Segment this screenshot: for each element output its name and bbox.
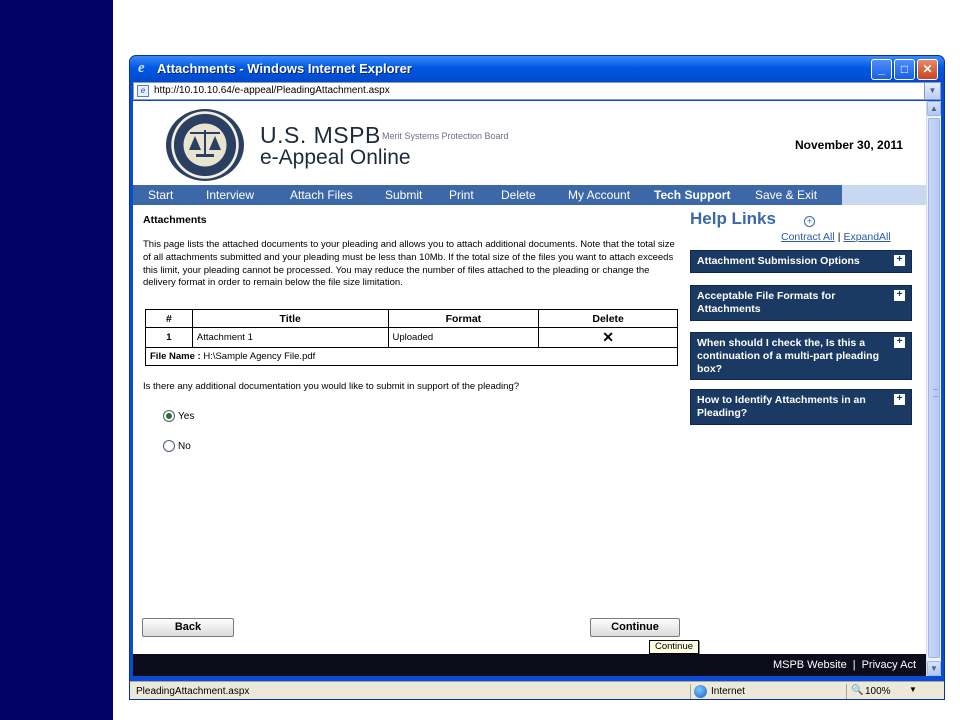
main-nav: Start Interview Attach Files Submit Prin… [133,185,926,205]
page-title: Attachments [143,214,207,226]
help-controls: Contract All | ExpandAll [781,231,891,243]
scroll-down-arrow-icon[interactable]: ▼ [927,661,941,676]
status-text: PleadingAttachment.aspx [136,686,250,697]
nav-print[interactable]: Print [449,188,474,202]
security-zone[interactable]: Internet [690,684,840,699]
additional-docs-question: Is there any additional documentation yo… [143,381,520,392]
zoom-level: 100% [865,686,891,697]
privacy-act-link[interactable]: Privacy Act [862,659,916,671]
nav-save-exit[interactable]: Save & Exit [755,188,817,202]
nav-attach-files[interactable]: Attach Files [290,188,353,202]
zone-label: Internet [711,686,745,697]
mspb-seal-logo [166,109,244,181]
radio-yes-label[interactable]: Yes [178,411,194,422]
col-title-header: Title [191,309,389,328]
col-delete-header: Delete [538,309,678,328]
plus-icon[interactable]: + [894,394,905,405]
nav-tech-support[interactable]: Tech Support [654,188,730,202]
site-header: U.S. MSPB Merit Systems Protection Board… [133,101,926,185]
table-row: 1 Attachment 1 Uploaded ✕ [145,327,678,348]
address-dropdown-icon[interactable]: ▼ [924,83,940,99]
brand-subtitle: Merit Systems Protection Board [382,131,509,141]
radio-selected-dot [166,413,172,419]
page-icon: e [137,85,149,97]
browser-window: e Attachments - Windows Internet Explore… [129,55,945,700]
nav-interview[interactable]: Interview [206,188,254,202]
scroll-grip [933,389,938,397]
zoom-control[interactable]: 🔍 100% ▼ [846,684,940,699]
plus-icon[interactable]: + [894,337,905,348]
magnifier-icon: 🔍 [851,685,864,696]
help-item-label: Attachment Submission Options [697,255,860,267]
mspb-website-link[interactable]: MSPB Website [773,659,847,671]
maximize-button[interactable]: □ [894,59,915,80]
file-name-label: File Name : [150,351,201,362]
brand-name: U.S. MSPB [260,122,381,148]
status-bar: PleadingAttachment.aspx Internet 🔍 100% … [130,681,944,699]
site-footer: MSPB Website | Privacy Act [133,654,926,676]
footer-links: MSPB Website | Privacy Act [773,659,916,671]
scroll-thumb[interactable] [928,118,940,658]
header-date: November 30, 2011 [795,138,904,152]
col-number-header: # [145,309,193,328]
file-name-value: H:\Sample Agency File.pdf [203,351,316,362]
help-item-submission-options[interactable]: Attachment Submission Options + [690,250,912,273]
row-delete-cell: ✕ [538,327,678,348]
ie-icon: e [138,60,145,76]
help-item-file-formats[interactable]: Acceptable File Formats for Attachments … [690,285,912,321]
help-item-identify-attachments[interactable]: How to Identify Attachments in an Pleadi… [690,389,912,425]
page-description: This page lists the attached documents t… [143,239,675,289]
row-format: Uploaded [387,327,540,348]
address-bar[interactable]: e http://10.10.10.64/e-appeal/PleadingAt… [133,82,941,100]
help-item-label: When should I check the, Is this a conti… [697,337,879,375]
back-button[interactable]: Back [142,618,234,637]
attachments-table: # Title Format Delete 1 Attachment 1 Upl… [145,309,678,366]
address-url[interactable]: http://10.10.10.64/e-appeal/PleadingAtta… [154,85,390,96]
file-name-row: File Name : H:\Sample Agency File.pdf [145,347,678,366]
slide-left-bar [0,0,113,720]
minimize-button[interactable]: _ [871,59,892,80]
help-item-label: Acceptable File Formats for Attachments [697,290,836,315]
contract-all-link[interactable]: Contract All [781,231,835,243]
radio-yes[interactable] [163,410,175,422]
page-viewport: U.S. MSPB Merit Systems Protection Board… [133,101,926,676]
help-links-title: Help Links [690,209,776,228]
nav-start[interactable]: Start [148,188,173,202]
plus-icon[interactable]: + [894,290,905,301]
table-header-row: # Title Format Delete [145,309,678,328]
delete-x-icon[interactable]: ✕ [602,329,614,345]
col-format-header: Format [387,309,540,328]
footer-separator: | [852,659,856,671]
continue-tooltip: Continue [649,640,699,654]
radio-no-label[interactable]: No [178,441,191,452]
help-item-multipart[interactable]: When should I check the, Is this a conti… [690,332,912,381]
zoom-dropdown-icon[interactable]: ▼ [909,685,917,694]
app-name: e-Appeal Online [260,146,411,169]
file-name-cell: File Name : H:\Sample Agency File.pdf [145,347,678,366]
plus-icon[interactable]: + [894,255,905,266]
help-expand-icon[interactable]: + [804,216,815,227]
radio-no[interactable] [163,440,175,452]
slide: e Attachments - Windows Internet Explore… [0,0,960,720]
close-button[interactable]: ✕ [917,59,938,80]
nav-delete[interactable]: Delete [501,188,536,202]
row-title: Attachment 1 [191,327,389,348]
vertical-scrollbar[interactable]: ▲ ▼ [926,101,941,676]
nav-my-account[interactable]: My Account [568,188,630,202]
window-title: Attachments - Windows Internet Explorer [157,61,412,76]
nav-filler [842,185,926,205]
help-item-label: How to Identify Attachments in an Pleadi… [697,394,866,419]
expand-all-link[interactable]: ExpandAll [843,231,890,243]
scales-icon [187,128,223,158]
continue-button[interactable]: Continue [590,618,680,637]
globe-icon [694,685,707,698]
row-number: 1 [145,327,193,348]
title-bar[interactable]: e Attachments - Windows Internet Explore… [130,56,944,82]
nav-submit[interactable]: Submit [385,188,422,202]
help-links-separator: | [837,231,841,243]
scroll-up-arrow-icon[interactable]: ▲ [927,101,941,116]
